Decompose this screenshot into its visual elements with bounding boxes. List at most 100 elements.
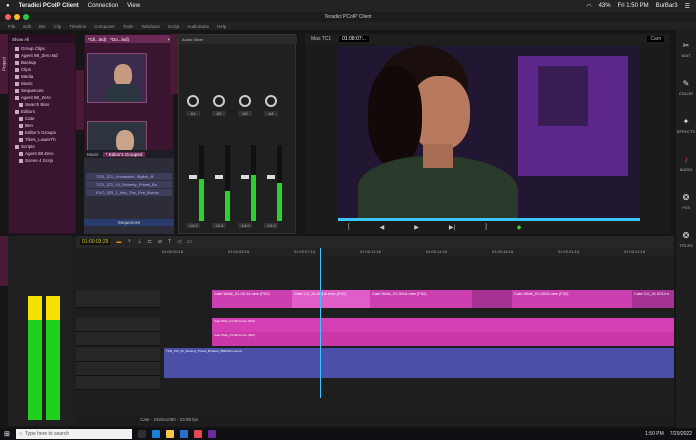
search-box[interactable]: ○ Type here to search	[15, 429, 132, 439]
video-clip[interactable]	[472, 290, 512, 308]
battery-text[interactable]: 43%	[599, 3, 611, 9]
menu-edit[interactable]: Edit	[23, 24, 31, 29]
mark-in-icon[interactable]: [	[348, 224, 350, 230]
menu-view[interactable]: View	[127, 3, 140, 9]
track-header-v1[interactable]	[76, 290, 160, 308]
timeline-ruler[interactable]: 01:00:00:18 01:00:08:18 01:00:07:18 01:00:1…	[160, 248, 674, 256]
mark-out-icon[interactable]: ]	[485, 224, 487, 230]
list-item[interactable]: TCD_372_Unmasked_Stylish_B	[86, 173, 172, 180]
tray-date[interactable]: 7/29/2022	[670, 431, 692, 437]
splice-icon[interactable]: ◆	[517, 224, 522, 231]
camera-menu[interactable]: Cam	[647, 36, 664, 42]
video-clip[interactable]: Cate Wide_01.00:14.new (F02)	[212, 290, 292, 308]
mixer-side-tab[interactable]	[170, 34, 178, 94]
menu-audiosuite[interactable]: AudioSuite	[187, 24, 209, 29]
edge-icon[interactable]	[151, 430, 160, 438]
minimize-window-button[interactable]	[14, 14, 20, 20]
pan-knob[interactable]	[265, 95, 277, 107]
ripple-icon[interactable]: ◁	[177, 239, 181, 245]
menu-bin[interactable]: Bin	[39, 24, 46, 29]
bin-item[interactable]: Agent 98_Zero Bd	[15, 52, 73, 59]
bin-item[interactable]: Editor's Groups	[15, 129, 73, 136]
file-explorer-icon[interactable]	[165, 430, 174, 438]
menu-help[interactable]: Help	[217, 24, 226, 29]
video-clip[interactable]: Cate CU_01.0014.n	[632, 290, 674, 308]
chrome-icon[interactable]	[193, 430, 202, 438]
bin-item[interactable]: Cate	[15, 115, 73, 122]
menu-composer[interactable]: Composer	[94, 24, 115, 29]
menu-clip[interactable]: Clip	[54, 24, 62, 29]
bin-item[interactable]: Clips	[15, 66, 73, 73]
bins-filter[interactable]: Show All	[12, 37, 29, 42]
extract-icon[interactable]: ⇣	[138, 239, 142, 245]
volume-fader[interactable]	[267, 175, 275, 179]
audio-clip-a3[interactable]: TCD_372_24_Seventy_Prices_Burlapd_358202…	[164, 348, 674, 378]
menu-connection[interactable]: Connection	[88, 3, 118, 9]
menu-list-icon[interactable]: ☰	[685, 3, 690, 10]
bin-item[interactable]: Backup	[15, 59, 73, 66]
track-header-a3[interactable]	[76, 348, 160, 362]
pan-knob[interactable]	[213, 95, 225, 107]
clock[interactable]: Fri 1:50 PM	[618, 3, 649, 9]
bin-item[interactable]: Editors	[15, 108, 73, 115]
tab-sequences[interactable]: Sequences	[84, 219, 174, 226]
app-name[interactable]: Teradici PCoIP Client	[19, 3, 79, 9]
pan-knob[interactable]	[239, 95, 251, 107]
menu-windows[interactable]: Windows	[141, 24, 159, 29]
lift-icon[interactable]: ⇡	[127, 239, 131, 245]
bin-item[interactable]: Ben	[15, 122, 73, 129]
workspace-audio[interactable]: ♪ AUDIO	[676, 144, 696, 182]
close-window-button[interactable]	[5, 14, 11, 20]
bin-item[interactable]: Agent 98 Zero	[15, 150, 73, 157]
list-item[interactable]: TCD_372_10_Seventy_Prices_Bu	[86, 181, 172, 188]
overwrite-icon[interactable]: ▭	[187, 239, 192, 245]
timecode-track-label[interactable]: Mas TC1	[311, 36, 331, 42]
video-clip[interactable]: Cate Wide_01.0014.new (F02)	[512, 290, 632, 308]
bin-item[interactable]: Music	[15, 80, 73, 87]
bin-item[interactable]: Agent 98_Zero	[15, 94, 73, 101]
wifi-icon[interactable]: ◠	[586, 3, 591, 10]
play-icon[interactable]: ▶	[414, 224, 419, 231]
video-clip[interactable]: Cate CU_01.001ia new (F02)	[292, 290, 370, 308]
user-name[interactable]: BurBar3	[656, 3, 678, 9]
video-frame[interactable]	[338, 46, 640, 218]
volume-fader[interactable]	[215, 175, 223, 179]
clip-thumbnail[interactable]	[87, 53, 147, 103]
bin-item[interactable]: Sequences	[15, 87, 73, 94]
pan-knob[interactable]	[187, 95, 199, 107]
track-header-a1[interactable]	[76, 318, 160, 332]
volume-fader[interactable]	[241, 175, 249, 179]
tab-clips[interactable]: *Cli...led)	[88, 37, 106, 42]
tab-editors-grouped[interactable]: * Editor's Grouped	[102, 151, 146, 157]
bin-item[interactable]: Media	[15, 73, 73, 80]
task-view-icon[interactable]	[137, 430, 146, 438]
tab-docs[interactable]: *Do...led)	[110, 37, 129, 42]
tray-clock[interactable]: 1:50 PM	[645, 431, 664, 437]
timecode-display[interactable]: 01:08:07:..	[339, 36, 369, 42]
bin-item[interactable]: Tikes_LowerTh	[15, 136, 73, 143]
video-clip[interactable]: Cate Wide_01.0014.new (F02)	[370, 290, 472, 308]
bin-item[interactable]: Scene 4 Scrip	[15, 157, 73, 164]
menu-tools[interactable]: Tools	[123, 24, 134, 29]
audio-clip-a2[interactable]: Cate Wide_01.0014.new (F02)	[212, 332, 674, 346]
bin-item[interactable]: Group Clips	[15, 45, 73, 52]
audio-tool-tab[interactable]	[0, 236, 8, 286]
menu-timeline[interactable]: Timeline	[69, 24, 86, 29]
track-header-a2[interactable]	[76, 332, 160, 346]
media-composer-icon[interactable]	[207, 430, 216, 438]
timeline-timecode[interactable]: 01:00:03;29	[80, 239, 111, 245]
workspace-edit[interactable]: ✂ EDIT	[676, 30, 696, 68]
workspace-effects[interactable]: ✦ EFFECTS	[676, 106, 696, 144]
trim-icon[interactable]: ⊏	[148, 239, 152, 245]
volume-fader[interactable]	[189, 175, 197, 179]
workspace-color[interactable]: ✎ COLOR	[676, 68, 696, 106]
workspace-fx3[interactable]: ❂ FX3	[676, 182, 696, 220]
menu-script[interactable]: Script	[168, 24, 180, 29]
bin-side-tab[interactable]	[76, 70, 84, 130]
project-tab[interactable]: Project	[0, 34, 8, 94]
position-bar[interactable]	[338, 218, 640, 221]
zoom-window-button[interactable]	[23, 14, 29, 20]
windows-start-icon[interactable]: ⊞	[4, 430, 10, 438]
step-back-icon[interactable]: ◀	[380, 224, 385, 231]
link-icon[interactable]: ⊘	[158, 239, 162, 245]
